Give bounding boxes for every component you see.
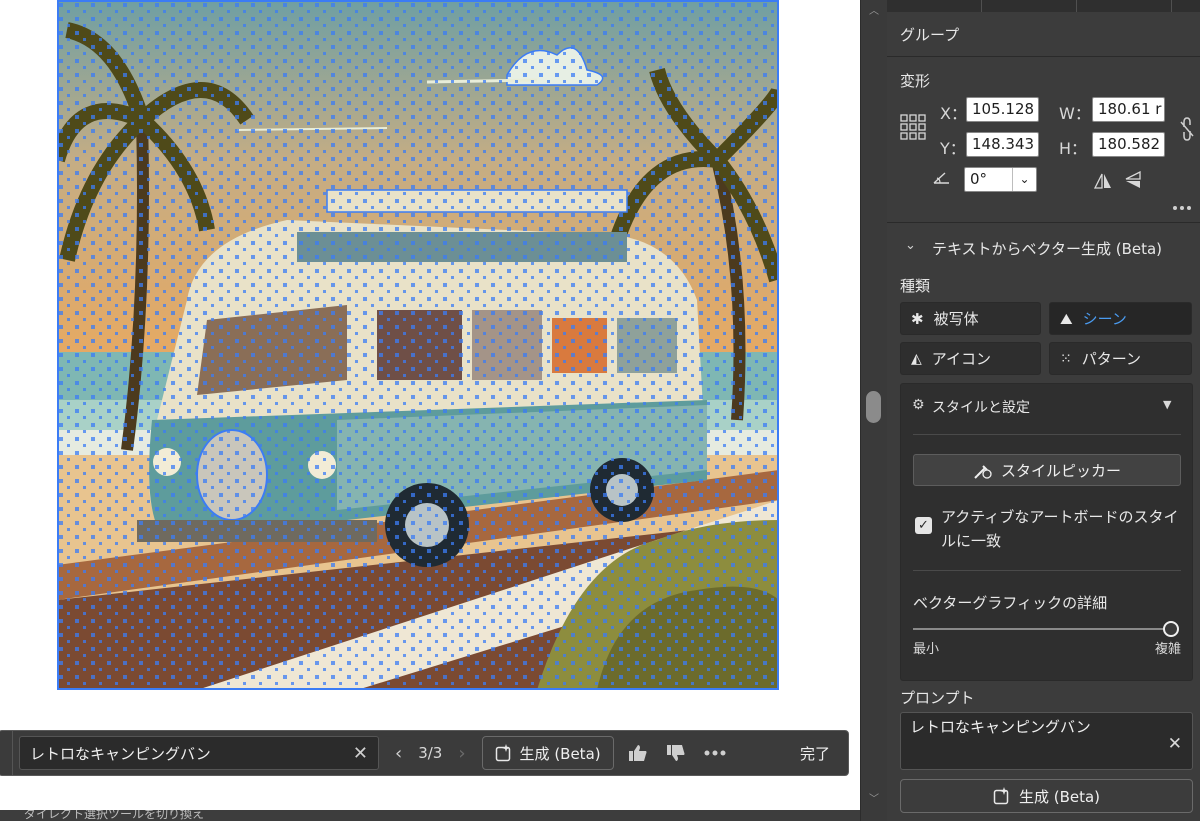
gear-icon: ⚙ [912,397,925,413]
panel-tabs [887,0,1200,12]
pattern-icon: ⁙ [1060,350,1072,367]
type-pattern-label: パターン [1081,350,1141,368]
scroll-down-icon[interactable]: ﹀ [869,790,879,805]
angle-value: 0° [970,170,988,188]
thumbs-up-icon[interactable] [628,744,648,762]
panel-tab-3[interactable] [1077,0,1172,12]
constrain-proportions-icon[interactable] [1179,117,1195,141]
y-label: Y： [940,139,966,158]
collapse-chevron-icon[interactable]: ⌄ [905,238,916,253]
properties-panel: グループ 変形 X： 105.128 W： 180.61 r Y： 148.34… [887,0,1200,821]
divider [913,570,1181,571]
panel-tab-2[interactable] [982,0,1077,12]
type-subject-button[interactable]: ✱ 被写体 [900,302,1041,335]
type-scene-button[interactable]: ⛰ シーン [1049,302,1192,335]
divider [913,434,1181,435]
contextual-task-bar: レトロなキャンピングバン ✕ ‹ 3/3 › 生成 (Beta) 完了 [0,730,849,776]
scene-icon: ⛰ [1060,309,1073,328]
taskbar-drag-handle[interactable] [0,731,13,775]
chevron-left-icon[interactable]: ‹ [395,743,402,764]
generate-sparkle-icon [495,744,510,762]
reference-point-icon[interactable] [900,114,926,140]
detail-label: ベクターグラフィックの詳細 [913,594,1108,612]
h-field[interactable]: 180.582 [1092,132,1165,157]
style-picker-label: スタイルピッカー [1000,461,1121,480]
icon-type-icon: ◭ [911,350,922,367]
eyedropper-icon [974,465,992,479]
transform-title: 変形 [900,72,931,90]
status-text: ダイレクト選択ツールを切り換え [24,810,205,821]
generate-sparkle-icon [993,787,1009,805]
chevron-right-icon[interactable]: › [458,743,465,764]
generate-button[interactable]: 生成 (Beta) [900,779,1193,813]
style-settings-box: ⚙ スタイルと設定 ▼ スタイルピッカー ✓ アクティブなアートボードのスタイル… [900,383,1193,681]
flip-horizontal-icon[interactable] [1094,173,1112,189]
flip-vertical-icon[interactable] [1125,171,1141,189]
thumbs-down-icon[interactable] [666,744,686,762]
more-options-icon[interactable] [1172,205,1192,211]
done-button[interactable]: 完了 [800,743,830,764]
angle-field[interactable]: 0° ⌄ [964,167,1037,192]
y-field[interactable]: 148.343 [966,132,1039,157]
more-options-icon[interactable] [704,750,726,756]
type-pattern-button[interactable]: ⁙ パターン [1049,342,1192,375]
slider-min-label: 最小 [913,642,940,657]
type-subject-label: 被写体 [933,310,979,328]
divider [887,222,1200,223]
artboard-canvas[interactable]: レトロなキャンピングバン ✕ ‹ 3/3 › 生成 (Beta) 完了 [0,0,849,810]
x-label: X： [940,104,967,123]
prompt-input[interactable]: レトロなキャンピングバン ✕ [900,712,1193,770]
x-field[interactable]: 105.128 [966,97,1039,122]
scroll-up-icon[interactable]: ︿ [869,2,879,17]
variation-counter: 3/3 [418,744,443,762]
type-scene-label: シーン [1082,310,1127,328]
close-icon[interactable]: ✕ [353,743,368,764]
scrollbar-thumb[interactable] [866,391,881,423]
vertical-scrollbar[interactable]: ︿ ﹀ [860,0,887,821]
w-label: W： [1059,104,1091,123]
generate-label: 生成 (Beta) [1018,787,1101,806]
text-to-vector-title[interactable]: テキストからベクター生成 (Beta) [932,238,1162,259]
match-style-checkbox[interactable]: ✓ [915,517,932,534]
angle-icon [933,172,949,184]
taskbar-generate-button[interactable]: 生成 (Beta) [481,736,614,770]
kind-label: 種類 [900,277,931,295]
status-bar: ダイレクト選択ツールを切り換え [0,810,860,821]
chevron-down-icon[interactable]: ⌄ [1012,168,1036,191]
match-style-label[interactable]: アクティブなアートボードのスタイルに一致 [941,505,1181,553]
panel-tab-1[interactable] [887,0,982,12]
close-icon[interactable]: ✕ [1168,734,1182,754]
detail-slider-track[interactable] [913,628,1175,630]
generated-artwork[interactable] [57,0,779,690]
style-picker-button[interactable]: スタイルピッカー [913,454,1181,486]
type-icon-label: アイコン [931,350,992,368]
taskbar-generate-label: 生成 (Beta) [519,744,601,763]
divider [887,56,1200,57]
type-icon-button[interactable]: ◭ アイコン [900,342,1041,375]
taskbar-prompt-input[interactable]: レトロなキャンピングバン ✕ [19,736,379,770]
subject-icon: ✱ [911,309,924,328]
slider-max-label: 複雑 [1155,642,1182,657]
style-settings-title[interactable]: スタイルと設定 [932,397,1030,417]
selection-type-label: グループ [900,26,960,44]
w-field[interactable]: 180.61 r [1092,97,1165,122]
h-label: H： [1059,139,1088,158]
prompt-title: プロンプト [900,689,975,707]
triangle-down-icon[interactable]: ▼ [1163,398,1171,411]
prompt-text[interactable]: レトロなキャンピングバン [910,716,1091,737]
taskbar-prompt-text[interactable]: レトロなキャンピングバン [30,743,211,764]
detail-slider-handle[interactable] [1163,621,1179,637]
